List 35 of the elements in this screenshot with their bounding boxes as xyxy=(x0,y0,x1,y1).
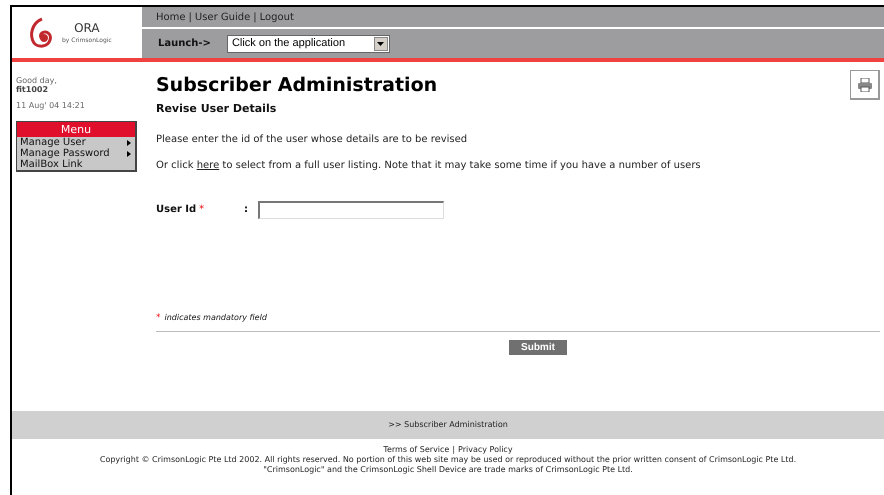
required-mark: * xyxy=(199,203,204,217)
nav-link[interactable]: User Guide xyxy=(194,10,250,24)
user-id-field[interactable] xyxy=(258,200,444,218)
nav-link[interactable]: Logout xyxy=(260,10,294,24)
menu-item[interactable]: Manage User xyxy=(17,137,135,148)
mandatory-note: indicates mandatory field xyxy=(164,312,267,324)
username-text: fit1002 xyxy=(16,85,50,94)
launch-label: Launch-> xyxy=(158,37,211,51)
instruction-text: Please enter the id of the user whose details are to be revised xyxy=(156,132,468,146)
printer-icon xyxy=(856,78,872,92)
menu-title: Menu xyxy=(17,122,135,137)
breadcrumb-text: >> Subscriber Administration xyxy=(388,419,508,431)
footer-link[interactable]: Terms of Service xyxy=(383,445,450,455)
menu-item[interactable]: MailBox Link xyxy=(17,159,135,170)
submit-button[interactable]: Submit xyxy=(509,340,567,355)
page-subtitle: Revise User Details xyxy=(156,101,278,117)
menu-item[interactable]: Manage Password xyxy=(17,148,135,159)
footer-link[interactable]: Privacy Policy xyxy=(458,445,513,455)
copyright-text: "CrimsonLogic" and the CrimsonLogic Shell Device are trade marks of CrimsonLogic Pte Ltd. xyxy=(263,465,633,475)
logo-text: ORA xyxy=(74,22,100,34)
nav-link[interactable]: Home xyxy=(156,10,186,24)
nav-separator: | xyxy=(188,10,192,24)
footer-separator: | xyxy=(452,445,456,455)
listing-note-text: Or click here to select from a full user listing. Note that it may take some time if you have a number of users xyxy=(156,158,702,172)
greeting-text: Good day, xyxy=(16,76,58,85)
nav-separator: | xyxy=(253,10,257,24)
application-dropdown[interactable]: Click on the application xyxy=(226,34,390,52)
here-link[interactable]: here xyxy=(196,160,220,170)
field-colon: : xyxy=(244,203,249,217)
copyright-text: Copyright © CrimsonLogic Pte Ltd 2002. All rights reserved. No portion of this web site may be used or reproduced without the prior written consent of CrimsonLogic Pte Ltd. xyxy=(100,455,796,465)
print-button[interactable] xyxy=(850,70,880,100)
page-title: Subscriber Administration xyxy=(156,74,438,96)
required-mark: * xyxy=(156,312,160,324)
date-time-text: 11 Aug' 04 14:21 xyxy=(16,100,86,112)
field-label: User Id xyxy=(156,203,196,217)
